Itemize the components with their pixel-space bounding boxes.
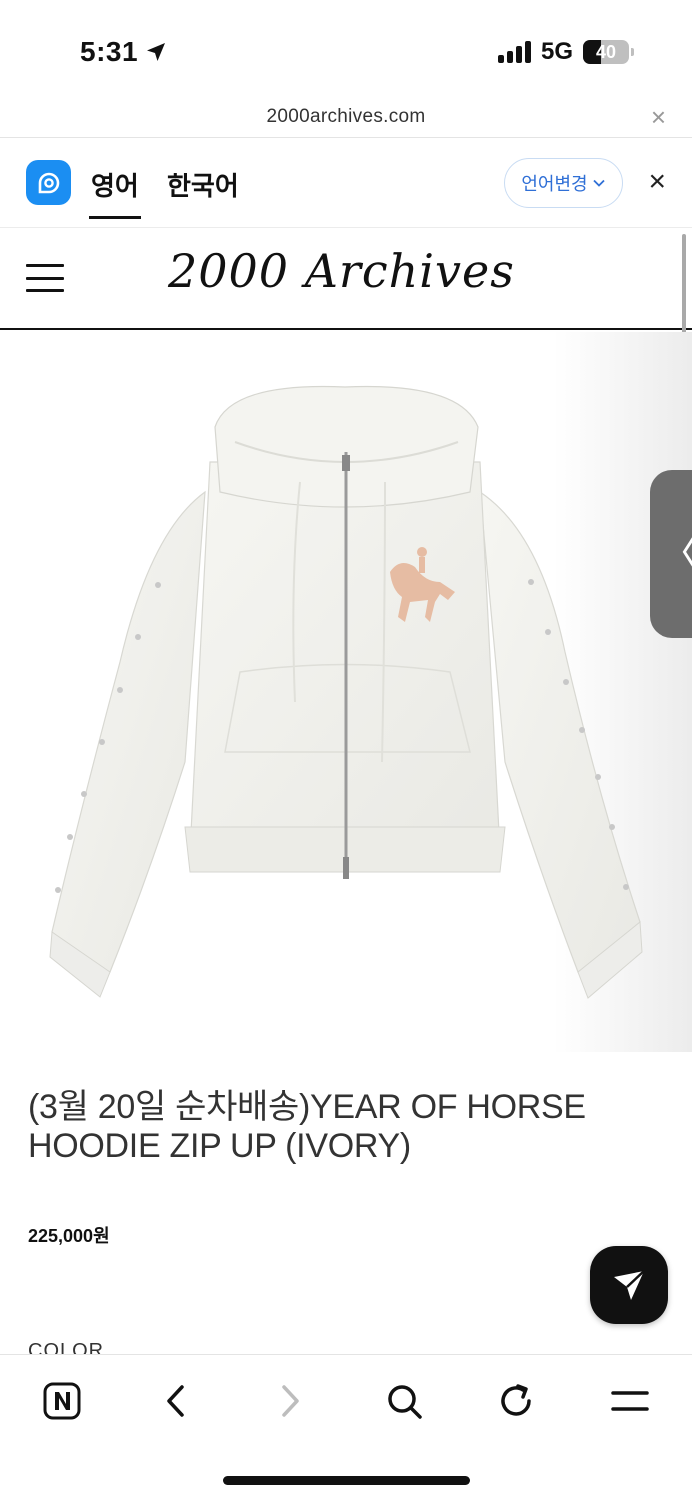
signal-strength-icon [497,41,531,63]
network-type: 5G [540,38,573,65]
back-icon[interactable] [152,1377,200,1425]
color-option-label: COLOR [28,1340,105,1354]
menu-icon[interactable] [606,1377,654,1425]
search-icon[interactable] [380,1377,428,1425]
tab-english[interactable]: 영어 [89,166,141,219]
product-title: (3월 20일 순차배송)YEAR OF HORSE HOODIE ZIP UP… [28,1088,586,1165]
home-indicator [223,1476,470,1485]
url-close-button[interactable]: × [651,104,666,130]
side-panel-tab[interactable]: 〈 [650,470,692,638]
status-time-text: 5:31 [80,36,139,67]
forward-icon[interactable] [266,1377,314,1425]
language-change-button[interactable]: 언어변경 [504,158,623,208]
location-arrow-icon [147,43,166,61]
translate-bar: 영어 한국어 언어변경 × [0,138,692,228]
battery-level: 40 [595,41,617,62]
site-logo[interactable]: 2000 Archives [168,244,515,298]
language-change-label: 언어변경 [521,174,588,194]
hamburger-menu-icon[interactable] [26,264,64,292]
translate-close-button[interactable]: × [648,167,666,197]
papago-logo-icon[interactable] [26,160,71,205]
tab-korean[interactable]: 한국어 [167,166,239,203]
site-header: 2000 Archives [0,228,692,330]
refresh-icon[interactable] [492,1377,540,1425]
battery-icon: 40 [583,40,629,64]
send-button[interactable] [590,1246,668,1324]
product-image[interactable] [0,332,692,1052]
chevron-down-icon [592,179,605,187]
battery-tip [631,48,634,56]
product-price: 225,000원 [28,1226,110,1246]
url-text[interactable]: 2000archives.com [0,106,692,128]
status-bar: 5:31 5G 40 [0,0,692,100]
status-indicators: 5G 40 [497,38,634,66]
status-time: 5:31 [80,36,168,68]
naver-n-icon[interactable] [38,1377,86,1425]
paper-plane-icon [614,1270,645,1300]
url-bar[interactable]: 2000archives.com × [0,100,692,138]
chevron-left-icon: 〈 [658,533,692,575]
hoodie-illustration [0,332,692,1052]
